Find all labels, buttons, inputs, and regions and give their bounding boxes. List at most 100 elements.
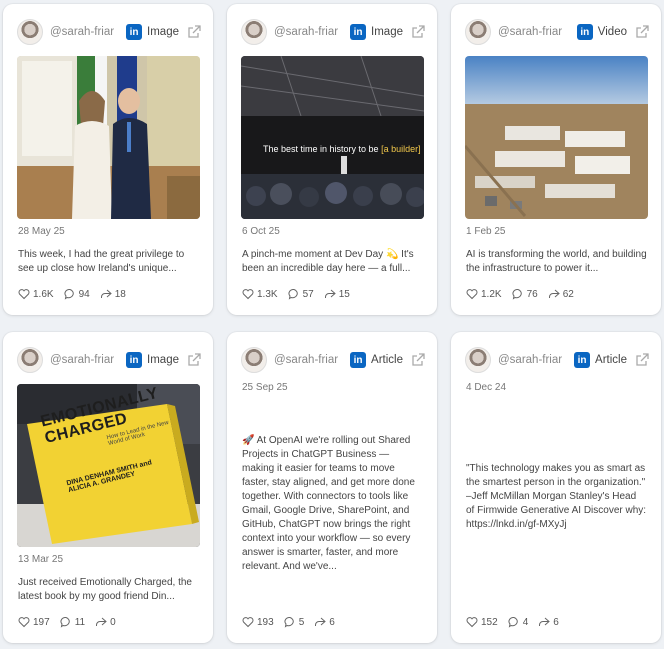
post-stats: 1.2K 76 62 [466, 288, 574, 300]
post-date: 6 Oct 25 [242, 226, 280, 237]
post-image[interactable]: The best time in history to be [a builde… [241, 56, 424, 219]
comment-icon [64, 288, 74, 300]
post-image[interactable] [17, 56, 200, 219]
comments-count: 76 [526, 288, 538, 300]
post-header: @sarah-friar in Video [465, 18, 649, 46]
comments-stat: 11 [60, 616, 85, 628]
post-header: @sarah-friar in Image [17, 18, 201, 46]
likes-count: 1.3K [257, 288, 278, 300]
shares-stat: 18 [100, 288, 126, 300]
linkedin-icon: in [574, 352, 591, 368]
linkedin-icon: in [350, 352, 367, 368]
likes-count: 1.6K [33, 288, 54, 300]
avatar[interactable] [17, 19, 43, 45]
post-text: This week, I had the great privilege to … [18, 249, 185, 274]
post-date: 25 Sep 25 [242, 382, 288, 393]
likes-stat: 1.2K [466, 288, 502, 300]
comments-count: 57 [302, 288, 314, 300]
post-card[interactable]: @sarah-friar in Article 25 Sep 25 🚀 At O… [227, 332, 437, 643]
post-card[interactable]: @sarah-friar in Video 1 Feb 25 AI is tra… [451, 4, 661, 315]
linkedin-icon: in [126, 24, 143, 40]
post-grid: @sarah-friar in Image 28 May 25 This wee… [0, 0, 664, 649]
avatar[interactable] [465, 19, 491, 45]
post-date: 13 Mar 25 [18, 554, 64, 565]
heart-icon [242, 617, 254, 628]
post-stats: 193 5 6 [242, 616, 335, 628]
comment-icon [284, 616, 294, 628]
comments-count: 94 [78, 288, 90, 300]
post-image[interactable]: EMOTIONALLY CHARGED How to Lead in the N… [17, 384, 200, 547]
shares-stat: 6 [538, 616, 559, 628]
linkedin-icon: in [126, 352, 143, 368]
post-stats: 152 4 6 [466, 616, 559, 628]
avatar[interactable] [465, 347, 491, 373]
likes-count: 197 [33, 616, 50, 628]
post-image[interactable] [465, 56, 648, 219]
comments-stat: 94 [64, 288, 90, 300]
share-icon [539, 617, 551, 626]
linkedin-icon: in [576, 24, 593, 40]
external-link-icon[interactable] [411, 25, 425, 39]
comment-icon [512, 288, 522, 300]
shares-count: 0 [110, 616, 116, 628]
external-link-icon[interactable] [635, 353, 649, 367]
likes-stat: 197 [18, 616, 50, 628]
comments-count: 4 [522, 616, 529, 628]
avatar[interactable] [17, 347, 43, 373]
post-type-label: Article [371, 354, 403, 366]
image-caption-highlight: [a builder] [381, 144, 421, 154]
post-header: @sarah-friar in Image [17, 346, 201, 374]
author-handle[interactable]: @sarah-friar [274, 26, 350, 38]
post-stats: 1.3K 57 15 [242, 288, 350, 300]
post-text: Just received Emotionally Charged, the l… [18, 577, 192, 602]
shares-stat: 6 [314, 616, 335, 628]
comments-count: 5 [298, 616, 305, 628]
heart-icon [18, 617, 30, 628]
author-handle[interactable]: @sarah-friar [50, 354, 126, 366]
post-stats: 1.6K 94 18 [18, 288, 126, 300]
share-icon [100, 289, 112, 298]
shares-count: 15 [338, 288, 350, 300]
shares-stat: 0 [95, 616, 116, 628]
shares-count: 18 [114, 288, 126, 300]
post-date: 28 May 25 [18, 226, 65, 237]
comments-stat: 4 [508, 616, 529, 628]
author-handle[interactable]: @sarah-friar [498, 354, 574, 366]
post-text: A pinch-me moment at Dev Day 💫 It's been… [242, 249, 414, 274]
post-date: 4 Dec 24 [466, 382, 507, 393]
heart-icon [18, 289, 30, 300]
post-type-label: Image [147, 26, 179, 38]
comments-stat: 5 [284, 616, 305, 628]
heart-icon [466, 617, 478, 628]
likes-count: 152 [481, 616, 498, 628]
author-handle[interactable]: @sarah-friar [498, 26, 577, 38]
heart-icon [466, 289, 478, 300]
share-icon [324, 289, 336, 298]
post-stats: 197 11 0 [18, 616, 116, 628]
post-card[interactable]: @sarah-friar in Image EMOTIONALLY CHARGE… [3, 332, 213, 643]
author-handle[interactable]: @sarah-friar [50, 26, 126, 38]
shares-count: 62 [562, 288, 574, 300]
likes-count: 1.2K [481, 288, 502, 300]
author-handle[interactable]: @sarah-friar [274, 354, 350, 366]
post-card[interactable]: @sarah-friar in Article 4 Dec 24 "This t… [451, 332, 661, 643]
comment-icon [60, 616, 70, 628]
post-card[interactable]: @sarah-friar in Image The best time in h… [227, 4, 437, 315]
comment-icon [508, 616, 518, 628]
external-link-icon[interactable] [187, 25, 201, 39]
linkedin-icon: in [350, 24, 367, 40]
avatar[interactable] [241, 19, 267, 45]
external-link-icon[interactable] [411, 353, 425, 367]
share-icon [315, 617, 327, 626]
external-link-icon[interactable] [635, 25, 649, 39]
post-card[interactable]: @sarah-friar in Image 28 May 25 This wee… [3, 4, 213, 315]
external-link-icon[interactable] [187, 353, 201, 367]
shares-count: 6 [329, 616, 335, 628]
post-header: @sarah-friar in Article [465, 346, 649, 374]
post-text: "This technology makes you as smart as t… [466, 463, 647, 530]
heart-icon [242, 289, 254, 300]
likes-stat: 1.3K [242, 288, 278, 300]
avatar[interactable] [241, 347, 267, 373]
image-caption: The best time in history to be [a builde… [263, 144, 421, 154]
post-type-label: Image [371, 26, 403, 38]
